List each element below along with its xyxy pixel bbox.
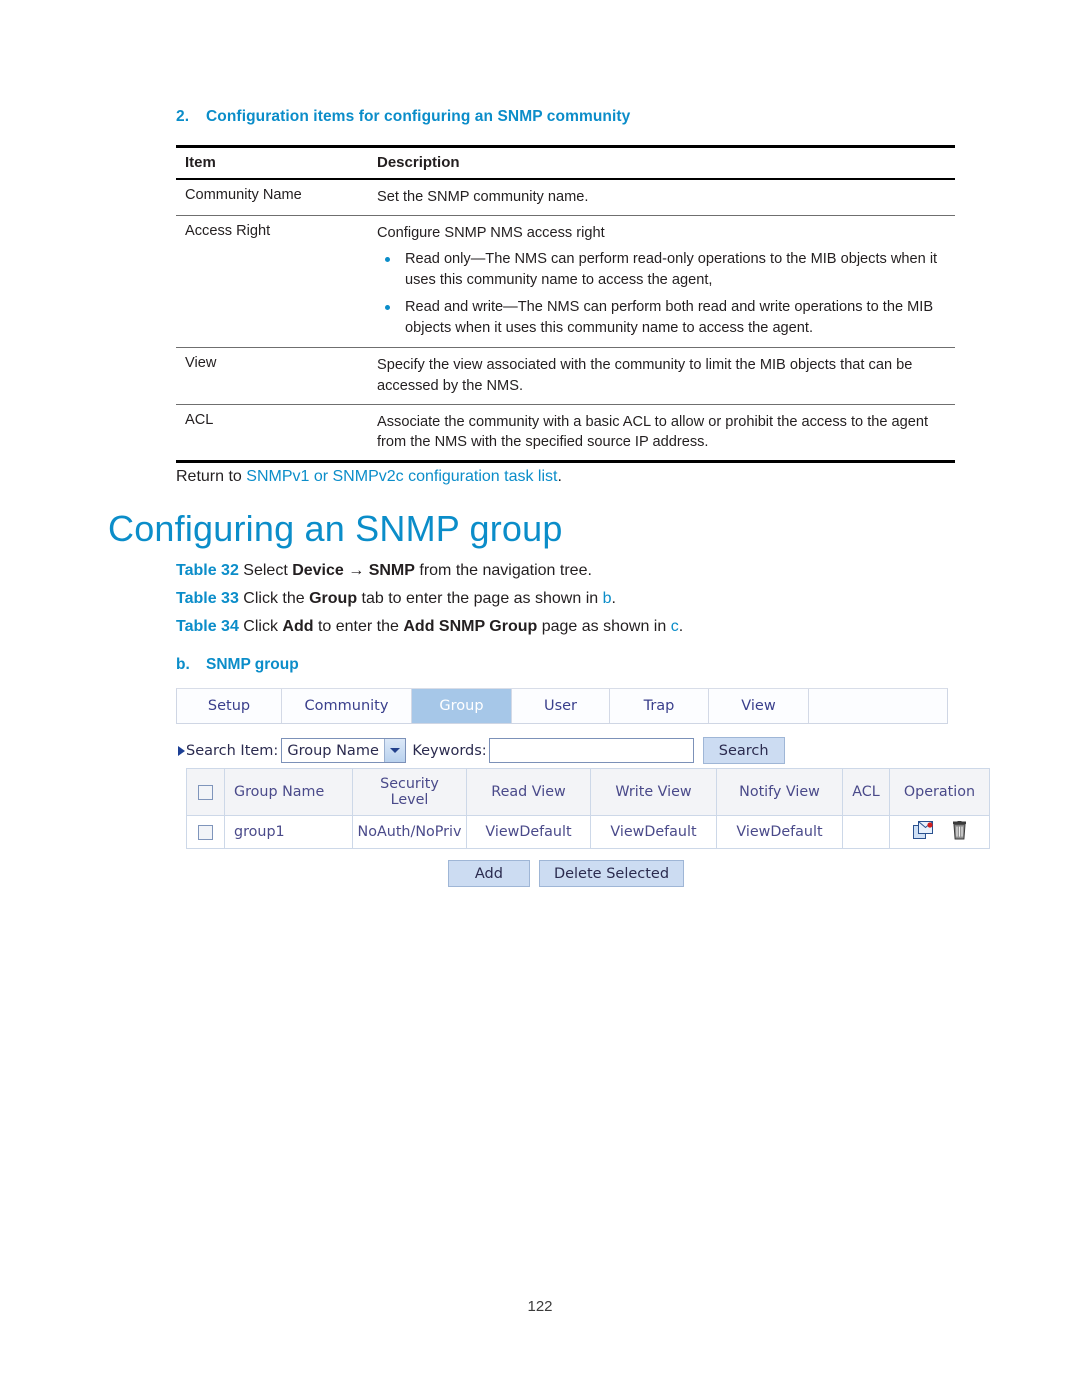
table-row: Community Name Set the SNMP community na… bbox=[176, 179, 955, 216]
grid-header-row: Group Name Security Level Read View Writ… bbox=[186, 768, 990, 816]
tab-user[interactable]: User bbox=[512, 689, 610, 723]
row-item: View bbox=[185, 355, 217, 372]
step-text: Click Add to enter the Add SNMP Group pa… bbox=[238, 618, 684, 636]
keywords-label: Keywords: bbox=[412, 742, 487, 759]
step-item: Table 33 Click the Group tab to enter th… bbox=[176, 589, 966, 608]
select-all-header bbox=[186, 768, 225, 816]
edit-icon[interactable] bbox=[912, 820, 934, 844]
return-prefix: Return to bbox=[176, 468, 247, 485]
cell-operation bbox=[889, 815, 990, 849]
description-lead: Set the SNMP community name. bbox=[377, 189, 589, 205]
page-title: Configuring an SNMP group bbox=[108, 508, 563, 549]
figure-title: SNMP group bbox=[206, 656, 299, 673]
security-level-line1: Security bbox=[380, 776, 439, 792]
step-item: Table 34 Click Add to enter the Add SNMP… bbox=[176, 617, 966, 636]
tab-group[interactable]: Group bbox=[412, 689, 512, 723]
bullet-item: Read and write—The NMS can perform both … bbox=[377, 297, 951, 338]
bullet-item: Read only—The NMS can perform read-only … bbox=[377, 249, 951, 290]
tab-trap[interactable]: Trap bbox=[610, 689, 709, 723]
header-write-view: Write View bbox=[590, 768, 717, 816]
step-text: Select Device → SNMP from the navigation… bbox=[238, 562, 592, 579]
cell-group-name: group1 bbox=[224, 815, 353, 849]
search-row: Search Item: Group Name Keywords: Search bbox=[176, 724, 948, 768]
chevron-down-icon[interactable] bbox=[384, 739, 406, 762]
add-button[interactable]: Add bbox=[447, 860, 530, 887]
cell-write-view[interactable]: ViewDefault bbox=[590, 815, 717, 849]
table-header-row: Item Description bbox=[176, 146, 955, 179]
steps-list: Table 32 Select Device → SNMP from the n… bbox=[176, 561, 966, 646]
tab-community[interactable]: Community bbox=[282, 689, 412, 723]
table-row: View Specify the view associated with th… bbox=[176, 348, 955, 405]
step-tag: Table 34 bbox=[176, 618, 239, 636]
snmp-group-table: Group Name Security Level Read View Writ… bbox=[186, 768, 990, 849]
search-item-value: Group Name bbox=[287, 742, 379, 759]
description-lead: Associate the community with a basic ACL… bbox=[377, 413, 929, 451]
row-description: Associate the community with a basic ACL… bbox=[371, 404, 955, 461]
section-title: Configuration items for configuring an S… bbox=[206, 108, 631, 125]
grid-body: group1 NoAuth/NoPriv ViewDefault ViewDef… bbox=[186, 815, 990, 849]
search-item-select[interactable]: Group Name bbox=[281, 738, 407, 763]
tab-setup[interactable]: Setup bbox=[177, 689, 282, 723]
row-item: Access Right bbox=[185, 222, 271, 239]
cell-acl bbox=[842, 815, 890, 849]
document-page: 2. Configuration items for configuring an… bbox=[0, 0, 1080, 1397]
tab-bar: Setup Community Group User Trap View bbox=[176, 688, 948, 724]
row-item: ACL bbox=[185, 411, 214, 428]
cell-notify-view[interactable]: ViewDefault bbox=[716, 815, 843, 849]
row-description: Configure SNMP NMS access right Read onl… bbox=[371, 215, 955, 348]
delete-selected-button[interactable]: Delete Selected bbox=[538, 860, 685, 887]
tab-view[interactable]: View bbox=[709, 689, 809, 723]
step-text: Click the Group tab to enter the page as… bbox=[238, 590, 616, 608]
table-body: Community Name Set the SNMP community na… bbox=[176, 179, 955, 462]
keywords-input[interactable] bbox=[488, 738, 694, 763]
grid-head: Group Name Security Level Read View Writ… bbox=[186, 768, 990, 816]
figure-letter: b. bbox=[176, 656, 190, 673]
figure-caption: b. SNMP group bbox=[176, 656, 299, 674]
action-button-row: Add Delete Selected bbox=[186, 860, 946, 887]
security-level-line2: Level bbox=[390, 792, 429, 808]
table-row: group1 NoAuth/NoPriv ViewDefault ViewDef… bbox=[186, 815, 990, 849]
header-notify-view: Notify View bbox=[716, 768, 843, 816]
table-head: Item Description bbox=[176, 146, 955, 179]
task-list-link[interactable]: SNMPv1 or SNMPv2c configuration task lis… bbox=[246, 468, 557, 485]
section-number: 2. bbox=[176, 108, 190, 125]
header-acl: ACL bbox=[842, 768, 890, 816]
return-to-line: Return to SNMPv1 or SNMPv2c configuratio… bbox=[176, 468, 562, 486]
operation-icons bbox=[892, 820, 987, 844]
step-tag: Table 32 bbox=[176, 562, 239, 579]
config-items-table: Item Description Community Name Set the … bbox=[176, 145, 955, 463]
header-security-level: Security Level bbox=[352, 768, 467, 816]
row-description: Set the SNMP community name. bbox=[371, 179, 955, 215]
row-description: Specify the view associated with the com… bbox=[371, 348, 955, 404]
header-description: Description bbox=[377, 154, 460, 171]
table-row: ACL Associate the community with a basic… bbox=[176, 404, 955, 462]
delete-icon[interactable] bbox=[952, 820, 967, 844]
row-checkbox[interactable] bbox=[198, 824, 213, 840]
return-suffix: . bbox=[557, 468, 562, 485]
header-read-view: Read View bbox=[466, 768, 591, 816]
description-bullets: Read only—The NMS can perform read-only … bbox=[377, 249, 951, 338]
description-lead: Specify the view associated with the com… bbox=[377, 357, 913, 395]
page-number: 122 bbox=[527, 1298, 553, 1315]
row-item: Community Name bbox=[185, 187, 302, 203]
search-item-label: Search Item: bbox=[186, 742, 279, 759]
description-lead: Configure SNMP NMS access right bbox=[377, 224, 605, 241]
cell-read-view[interactable]: ViewDefault bbox=[466, 815, 591, 849]
search-button[interactable]: Search bbox=[702, 737, 785, 764]
step-tag: Table 33 bbox=[176, 590, 239, 608]
row-select-cell bbox=[186, 815, 225, 849]
header-item: Item bbox=[185, 154, 216, 171]
header-operation: Operation bbox=[889, 768, 990, 816]
snmp-group-screenshot: Setup Community Group User Trap View Sea… bbox=[176, 688, 990, 887]
header-group-name: Group Name bbox=[224, 768, 353, 816]
tab-bar-filler bbox=[809, 689, 947, 723]
select-all-checkbox[interactable] bbox=[198, 784, 213, 800]
expand-triangle-icon bbox=[178, 745, 185, 756]
step-item: Table 32 Select Device → SNMP from the n… bbox=[176, 561, 966, 580]
table-row: Access Right Configure SNMP NMS access r… bbox=[176, 215, 955, 348]
cell-security-level: NoAuth/NoPriv bbox=[352, 815, 467, 849]
section-caption: 2. Configuration items for configuring an… bbox=[176, 108, 956, 126]
